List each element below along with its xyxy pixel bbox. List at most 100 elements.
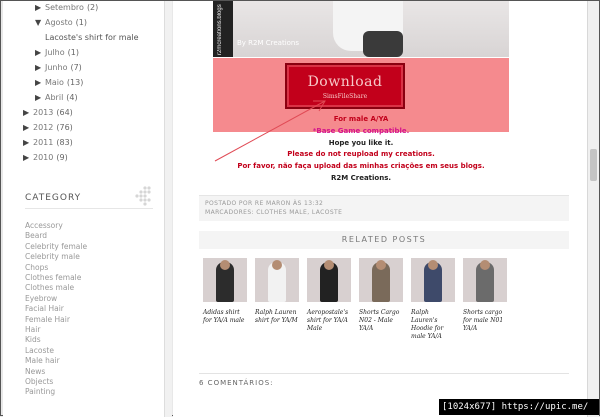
- model-head: [376, 260, 386, 270]
- related-post-thumbnail[interactable]: [255, 258, 299, 302]
- archive-item-label: Julho: [45, 48, 65, 57]
- archive-item[interactable]: ▶ Maio (13): [35, 78, 83, 87]
- related-post-card[interactable]: Aeropostale's shirt for YA/A Male: [307, 258, 351, 333]
- related-posts-title: RELATED POSTS: [199, 231, 569, 249]
- archive-item-count: (13): [66, 78, 84, 87]
- category-link[interactable]: Kids: [25, 335, 41, 344]
- archive-item-label: 2013: [33, 108, 54, 117]
- post-meta: POSTADO POR RE MARON ÀS 13:32 MARCADORES…: [199, 195, 569, 221]
- archive-item[interactable]: ▼ Agosto (1): [35, 18, 87, 27]
- related-post-thumbnail[interactable]: [307, 258, 351, 302]
- sidebar: ▶ Setembro (2) ▼ Agosto (1) Lacoste's shirt fo…: [3, 1, 165, 417]
- triangle-right-icon[interactable]: ▶: [35, 63, 45, 72]
- archive-item-label: Abril: [45, 93, 64, 102]
- archive-item-label: 2010: [33, 153, 54, 162]
- related-post-caption[interactable]: Ralph Lauren shirt for YA/M: [255, 309, 299, 325]
- archive-item[interactable]: ▶ Abril (4): [35, 93, 78, 102]
- model-head: [428, 260, 438, 270]
- archive-item-count: (76): [56, 123, 73, 132]
- category-link[interactable]: Celebrity male: [25, 252, 80, 261]
- scrollbar-thumb[interactable]: [590, 149, 597, 181]
- related-post-caption[interactable]: Shorts cargo for male N01 YA/A: [463, 309, 507, 333]
- category-link[interactable]: Chops: [25, 263, 48, 272]
- arrow-annotation-icon: [214, 100, 326, 162]
- image-vertical-text: r2mcreations.blogs: [217, 4, 223, 55]
- related-post-caption[interactable]: Shorts Cargo N02 - Male YA/A: [359, 309, 403, 333]
- sidebar-scrollbar[interactable]: [164, 1, 172, 417]
- post-preview-image: r2mcreations.blogs By R2M Creations: [213, 1, 509, 57]
- triangle-right-icon[interactable]: ▶: [23, 138, 33, 147]
- category-link[interactable]: Hair: [25, 325, 40, 334]
- triangle-down-icon[interactable]: ▼: [35, 18, 45, 27]
- related-post-thumbnail[interactable]: [411, 258, 455, 302]
- archive-item[interactable]: ▶ 2010 (9): [23, 153, 68, 162]
- archive-item-count: (1): [75, 18, 87, 27]
- model-head: [324, 260, 334, 270]
- related-post-card[interactable]: Shorts Cargo N02 - Male YA/A: [359, 258, 403, 333]
- archive-item-label: 2011: [33, 138, 54, 147]
- image-credit: By R2M Creations: [237, 39, 300, 47]
- triangle-right-icon[interactable]: ▶: [23, 108, 33, 117]
- category-link[interactable]: Clothes male: [25, 283, 74, 292]
- post-content: r2mcreations.blogs By R2M Creations Down…: [173, 1, 587, 417]
- category-link[interactable]: Celebrity female: [25, 242, 87, 251]
- decorative-dots-icon: [135, 186, 151, 206]
- archive-item-count: (4): [66, 93, 78, 102]
- triangle-right-icon[interactable]: ▶: [35, 48, 45, 57]
- comments-heading: 6 COMENTÁRIOS:: [199, 379, 274, 387]
- related-post-card[interactable]: Shorts cargo for male N01 YA/A: [463, 258, 507, 333]
- category-link[interactable]: Facial Hair: [25, 304, 64, 313]
- category-link[interactable]: Objects: [25, 377, 53, 386]
- related-post-thumbnail[interactable]: [359, 258, 403, 302]
- archive-item-label: Lacoste's shirt for male: [45, 33, 139, 42]
- comments-divider: [199, 373, 569, 374]
- archive-item[interactable]: ▶ 2011 (83): [23, 138, 73, 147]
- related-post-thumbnail[interactable]: [203, 258, 247, 302]
- archive-item-count: (1): [67, 48, 79, 57]
- model-head: [480, 260, 490, 270]
- post-info-line: R2M Creations.: [330, 174, 392, 182]
- triangle-right-icon[interactable]: ▶: [23, 153, 33, 162]
- related-post-card[interactable]: Ralph Lauren's Hoodie for male YA/A: [411, 258, 455, 341]
- archive-item-count: (64): [56, 108, 73, 117]
- page-scrollbar[interactable]: [587, 1, 599, 417]
- archive-item-label: 2012: [33, 123, 54, 132]
- archive-item-label: Maio: [45, 78, 64, 87]
- category-link[interactable]: Lacoste: [25, 346, 54, 355]
- category-link[interactable]: Beard: [25, 231, 47, 240]
- archive-item-count: (2): [86, 3, 99, 12]
- related-post-card[interactable]: Ralph Lauren shirt for YA/M: [255, 258, 299, 325]
- related-post-caption[interactable]: Ralph Lauren's Hoodie for male YA/A: [411, 309, 455, 341]
- model-legs: [363, 31, 403, 57]
- browser-frame: ▶ Setembro (2) ▼ Agosto (1) Lacoste's shirt fo…: [0, 0, 600, 417]
- related-post-caption[interactable]: Adidas shirt for YA/A male: [203, 309, 247, 325]
- archive-item[interactable]: ▶ Junho (7): [35, 63, 82, 72]
- related-post-card[interactable]: Adidas shirt for YA/A male: [203, 258, 247, 325]
- archive-item-count: (83): [56, 138, 73, 147]
- category-link[interactable]: Eyebrow: [25, 294, 57, 303]
- category-link[interactable]: News: [25, 367, 45, 376]
- category-link[interactable]: Female Hair: [25, 315, 70, 324]
- triangle-right-icon[interactable]: ▶: [35, 93, 45, 102]
- archive-item[interactable]: ▶ 2013 (64): [23, 108, 73, 117]
- archive-item[interactable]: ▶ Setembro (2): [35, 3, 98, 12]
- category-link[interactable]: Accessory: [25, 221, 63, 230]
- archive-item-label: Junho: [45, 63, 68, 72]
- triangle-right-icon[interactable]: ▶: [23, 123, 33, 132]
- triangle-right-icon[interactable]: ▶: [35, 3, 45, 12]
- archive-item-label: Setembro: [45, 3, 84, 12]
- archive-item[interactable]: ▶ Julho (1): [35, 48, 79, 57]
- category-title: CATEGORY: [25, 193, 82, 203]
- related-post-caption[interactable]: Aeropostale's shirt for YA/A Male: [307, 309, 351, 333]
- category-link[interactable]: Clothes female: [25, 273, 81, 282]
- model-head: [220, 260, 230, 270]
- image-host-watermark: [1024x677] https://upic.me/: [439, 399, 599, 415]
- archive-item[interactable]: ▶ 2012 (76): [23, 123, 73, 132]
- archive-post-link[interactable]: Lacoste's shirt for male: [45, 33, 139, 42]
- category-link[interactable]: Male hair: [25, 356, 60, 365]
- triangle-right-icon[interactable]: ▶: [35, 78, 45, 87]
- post-labels[interactable]: MARCADORES: CLOTHES MALE, LACOSTE: [205, 209, 342, 216]
- category-link[interactable]: Painting: [25, 387, 55, 396]
- related-post-thumbnail[interactable]: [463, 258, 507, 302]
- download-button-label: Download: [307, 74, 383, 90]
